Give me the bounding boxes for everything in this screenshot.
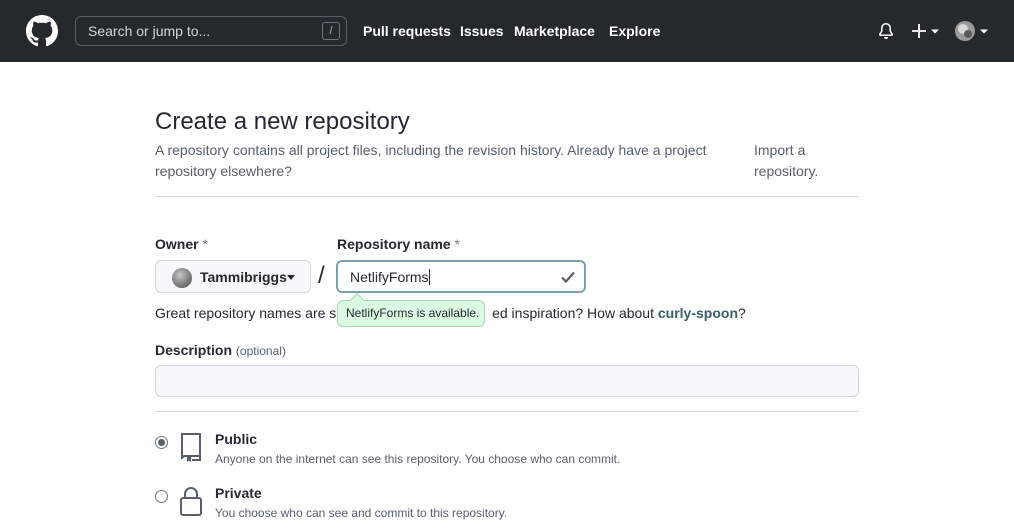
repository-name-value: NetlifyForms	[350, 269, 430, 285]
availability-tooltip: NetlifyForms is available.	[337, 292, 485, 327]
description-label-text: Description	[155, 342, 233, 358]
text-cursor	[428, 269, 430, 285]
page-subtitle: A repository contains all project files,…	[155, 142, 707, 179]
owner-label-text: Owner	[155, 236, 199, 252]
repository-name-input[interactable]: NetlifyForms	[336, 260, 586, 293]
public-radio[interactable]	[155, 436, 168, 449]
hint-prefix: Great repository names are sh	[155, 305, 345, 321]
tooltip-arrow	[349, 292, 365, 308]
search-input[interactable]: Search or jump to... /	[75, 16, 347, 46]
hint-middle: ed inspiration? How about	[492, 305, 654, 321]
description-label: Description (optional)	[155, 342, 286, 358]
search-shortcut-key: /	[322, 22, 340, 40]
section-divider	[155, 196, 859, 197]
owner-select-button[interactable]: Tammibriggs	[155, 260, 311, 293]
check-icon	[561, 271, 575, 284]
search-placeholder: Search or jump to...	[88, 23, 211, 39]
caret-down-icon	[287, 275, 295, 280]
lock-icon	[180, 487, 202, 516]
repository-name-label-text: Repository name	[337, 236, 451, 252]
owner-avatar	[172, 268, 192, 288]
availability-text: NetlifyForms is available.	[346, 306, 480, 320]
private-radio[interactable]	[155, 490, 168, 503]
nav-issues[interactable]: Issues	[460, 23, 504, 39]
bell-icon[interactable]	[878, 23, 894, 39]
public-title: Public	[215, 431, 258, 447]
page-title: Create a new repository	[155, 108, 410, 135]
suggested-name-link[interactable]: curly-spoon	[658, 305, 738, 321]
nav-pull-requests[interactable]: Pull requests	[363, 23, 451, 39]
description-input[interactable]	[155, 365, 859, 397]
github-logo-icon[interactable]	[26, 15, 58, 47]
hint-suffix: ?	[738, 305, 746, 321]
private-description: You choose who can see and commit to thi…	[215, 506, 508, 520]
nav-marketplace[interactable]: Marketplace	[514, 23, 595, 39]
required-mark: *	[454, 236, 460, 252]
user-avatar-menu-icon[interactable]	[954, 20, 990, 42]
owner-label: Owner *	[155, 236, 208, 252]
owner-name: Tammibriggs	[200, 269, 287, 285]
import-repository-link[interactable]: Import a repository.	[754, 140, 844, 182]
repo-book-icon	[181, 433, 201, 462]
repository-name-text: NetlifyForms	[350, 269, 429, 285]
required-mark: *	[202, 236, 208, 252]
private-title: Private	[215, 485, 262, 501]
optional-note: (optional)	[235, 344, 286, 358]
nav-explore[interactable]: Explore	[609, 23, 660, 39]
path-separator: /	[318, 262, 325, 289]
public-description: Anyone on the internet can see this repo…	[215, 452, 621, 466]
create-new-plus-icon[interactable]	[911, 20, 941, 42]
repository-name-label: Repository name *	[337, 236, 460, 252]
section-divider	[155, 411, 859, 412]
global-header: Search or jump to... / Pull requests Iss…	[0, 0, 1014, 62]
